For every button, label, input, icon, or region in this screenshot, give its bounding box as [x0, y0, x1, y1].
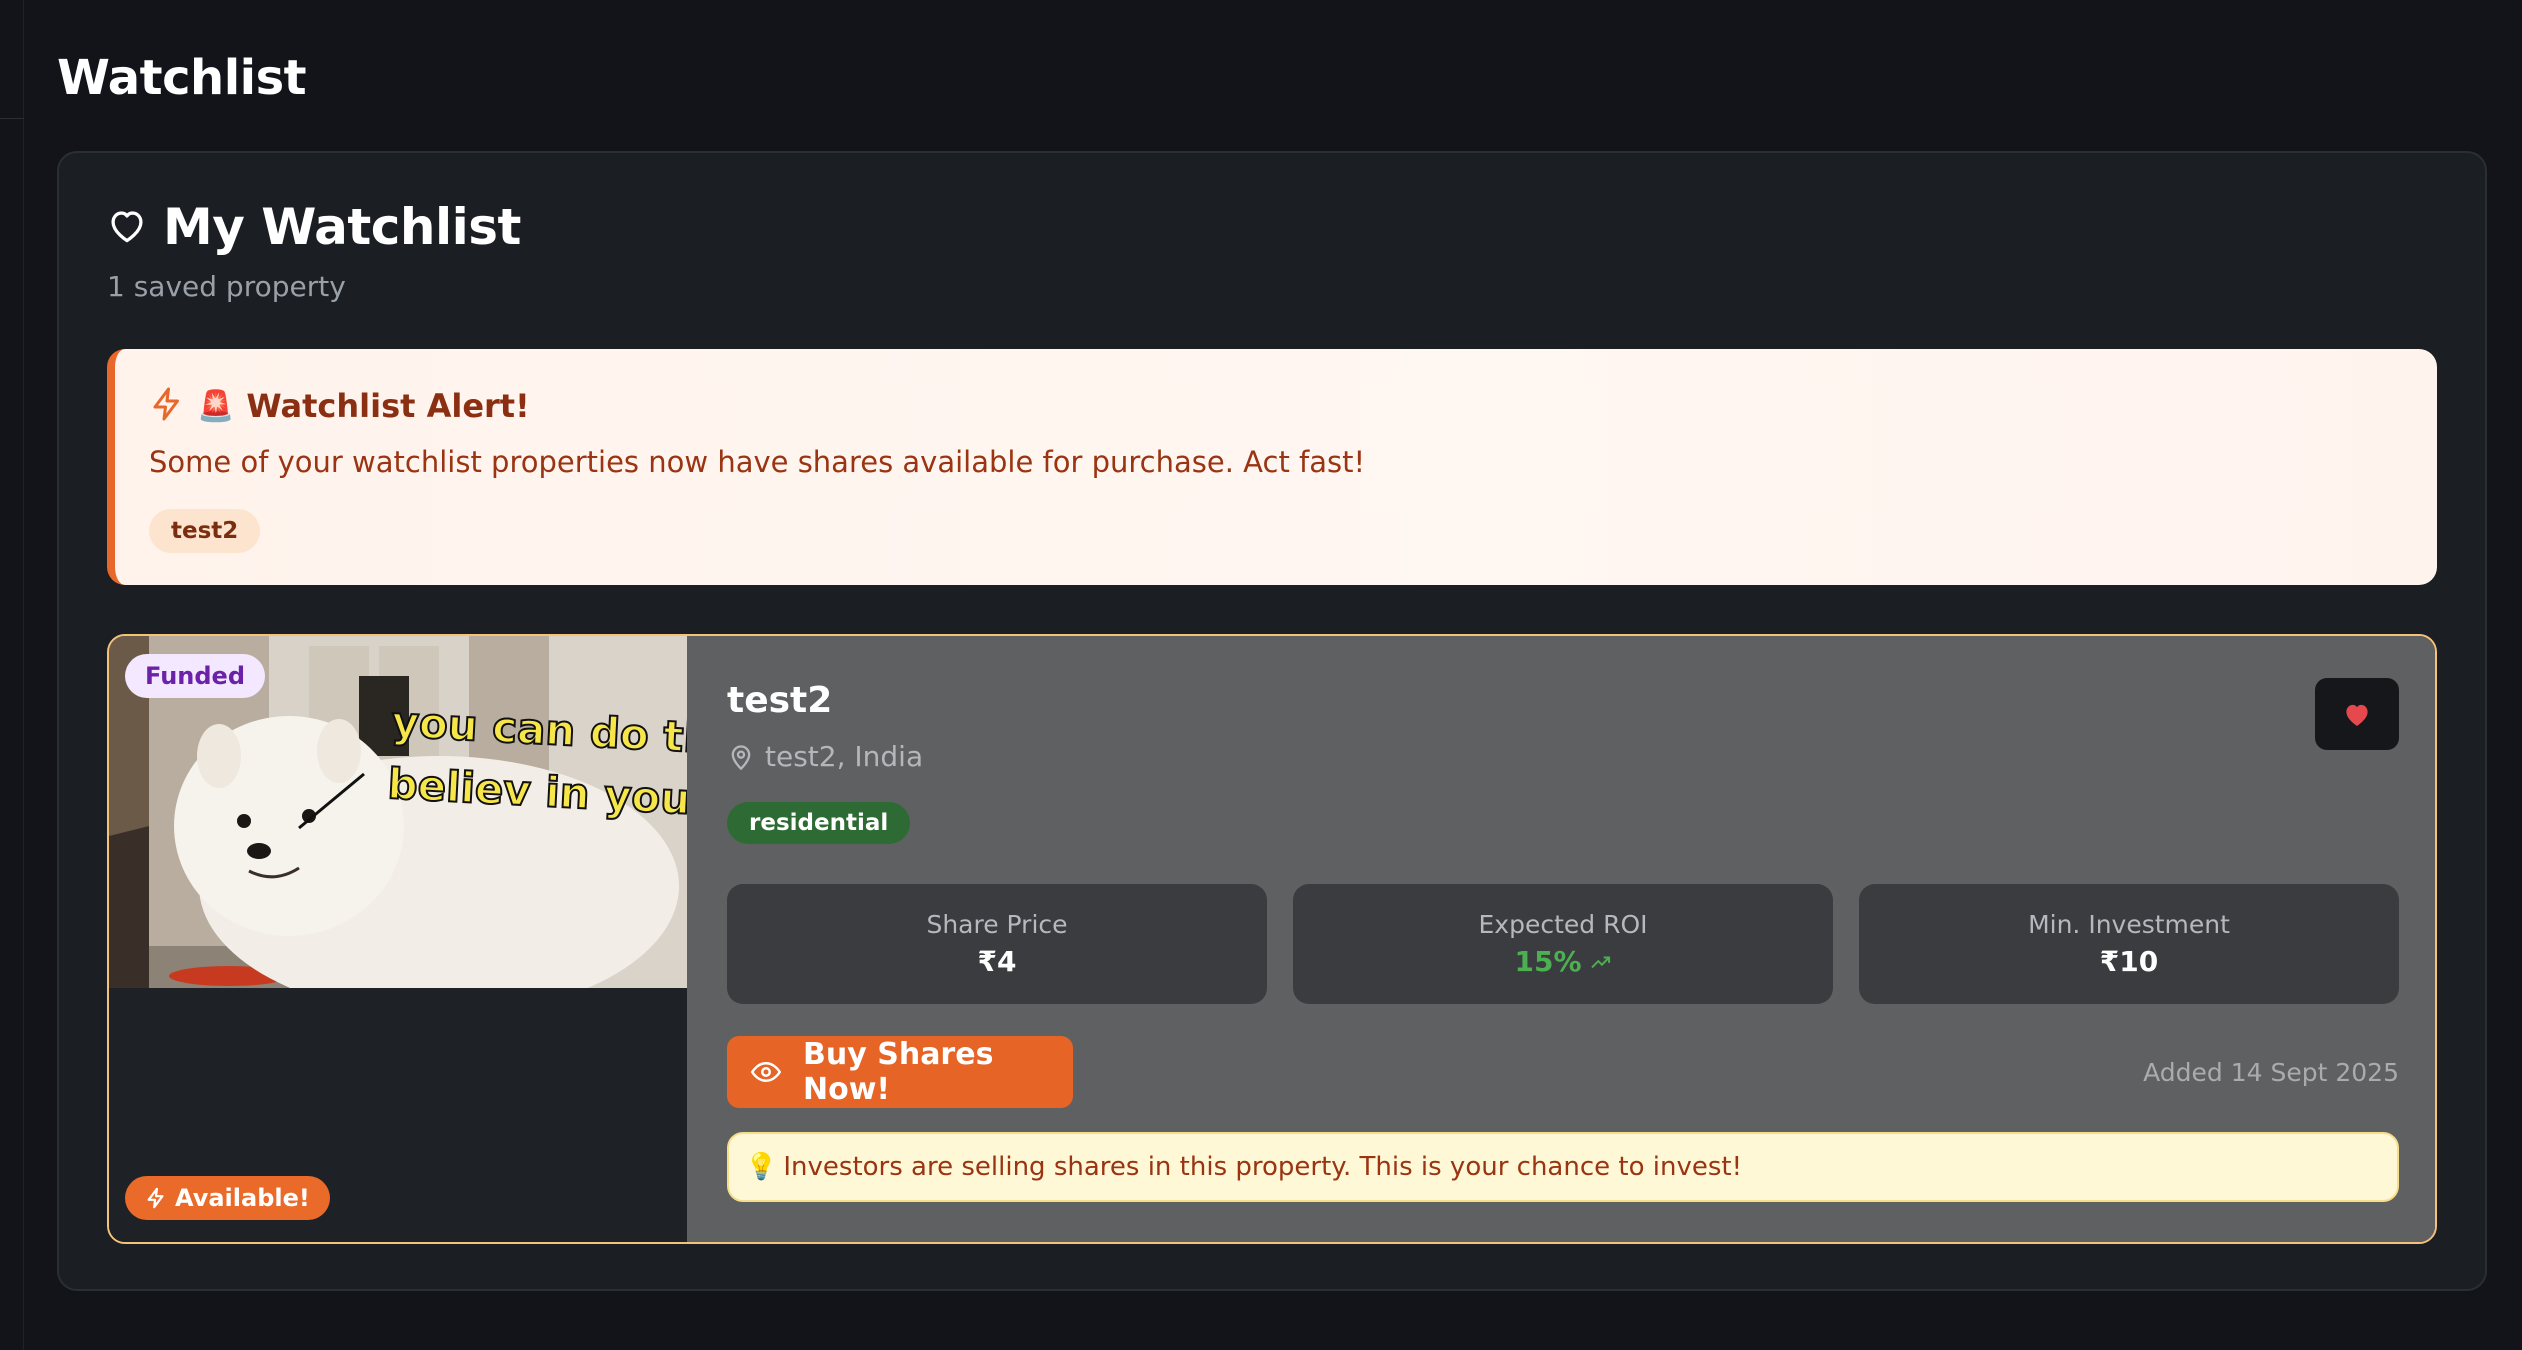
alert-message: Some of your watchlist properties now ha…	[149, 445, 1366, 479]
buy-shares-button[interactable]: Buy Shares Now!	[727, 1036, 1073, 1108]
watchlist-count: 1 saved property	[107, 270, 346, 303]
stat-value: ₹10	[2099, 945, 2159, 978]
property-details: test2 test2, India residential Share Pri…	[687, 636, 2435, 1242]
min-investment-stat: Min. Investment ₹10	[1859, 884, 2399, 1004]
page-title: Watchlist	[57, 50, 307, 106]
funded-badge: Funded	[125, 654, 266, 698]
property-type-chip: residential	[727, 802, 911, 844]
share-price-stat: Share Price ₹4	[727, 884, 1267, 1004]
property-media: you can do th believ in yours Funded Ava…	[109, 636, 687, 1242]
alert-title: Watchlist Alert!	[246, 387, 530, 425]
stat-label: Expected ROI	[1478, 910, 1648, 939]
investment-note-text: Investors are selling shares in this pro…	[783, 1152, 1743, 1182]
roi-value: 15%	[1514, 945, 1611, 978]
alert-title-row: 🚨 Watchlist Alert!	[149, 385, 530, 427]
watchlist-panel: My Watchlist 1 saved property 🚨 Watchlis…	[57, 151, 2487, 1291]
location-pin-icon	[731, 744, 751, 770]
watchlist-alert: 🚨 Watchlist Alert! Some of your watchlis…	[107, 349, 2437, 585]
buy-shares-label: Buy Shares Now!	[803, 1037, 994, 1107]
investment-note: 💡 Investors are selling shares in this p…	[727, 1132, 2399, 1202]
stat-label: Share Price	[926, 910, 1068, 939]
stat-value: ₹4	[977, 945, 1017, 978]
lightbulb-icon: 💡	[745, 1152, 778, 1182]
panel-title-row: My Watchlist	[107, 198, 521, 256]
heart-filled-icon	[2346, 704, 2368, 726]
panel-header: My Watchlist 1 saved property	[107, 198, 521, 303]
lightning-icon	[149, 385, 185, 427]
eye-icon	[751, 1061, 781, 1083]
added-date: Added 14 Sept 2025	[2143, 1058, 2399, 1087]
available-label: Available!	[175, 1184, 310, 1212]
siren-icon: 🚨	[197, 388, 235, 424]
stat-label: Min. Investment	[2028, 910, 2230, 939]
alert-property-chip[interactable]: test2	[149, 509, 261, 553]
available-badge: Available!	[125, 1176, 330, 1220]
property-name[interactable]: test2	[727, 680, 832, 721]
watchlist-title: My Watchlist	[163, 198, 521, 256]
property-card[interactable]: you can do th believ in yours Funded Ava…	[107, 634, 2437, 1244]
left-edge-divider	[0, 0, 24, 1350]
remove-from-watchlist-button[interactable]	[2315, 678, 2399, 750]
stat-value: 15%	[1514, 945, 1582, 978]
heart-outline-icon	[107, 207, 147, 247]
property-location: test2, India	[727, 740, 923, 773]
expected-roi-stat: Expected ROI 15%	[1293, 884, 1833, 1004]
trending-up-icon	[1590, 956, 1610, 968]
property-image[interactable]: you can do th believ in yours Funded	[109, 636, 687, 988]
property-location-text: test2, India	[765, 740, 924, 773]
lightning-icon	[147, 1187, 164, 1209]
